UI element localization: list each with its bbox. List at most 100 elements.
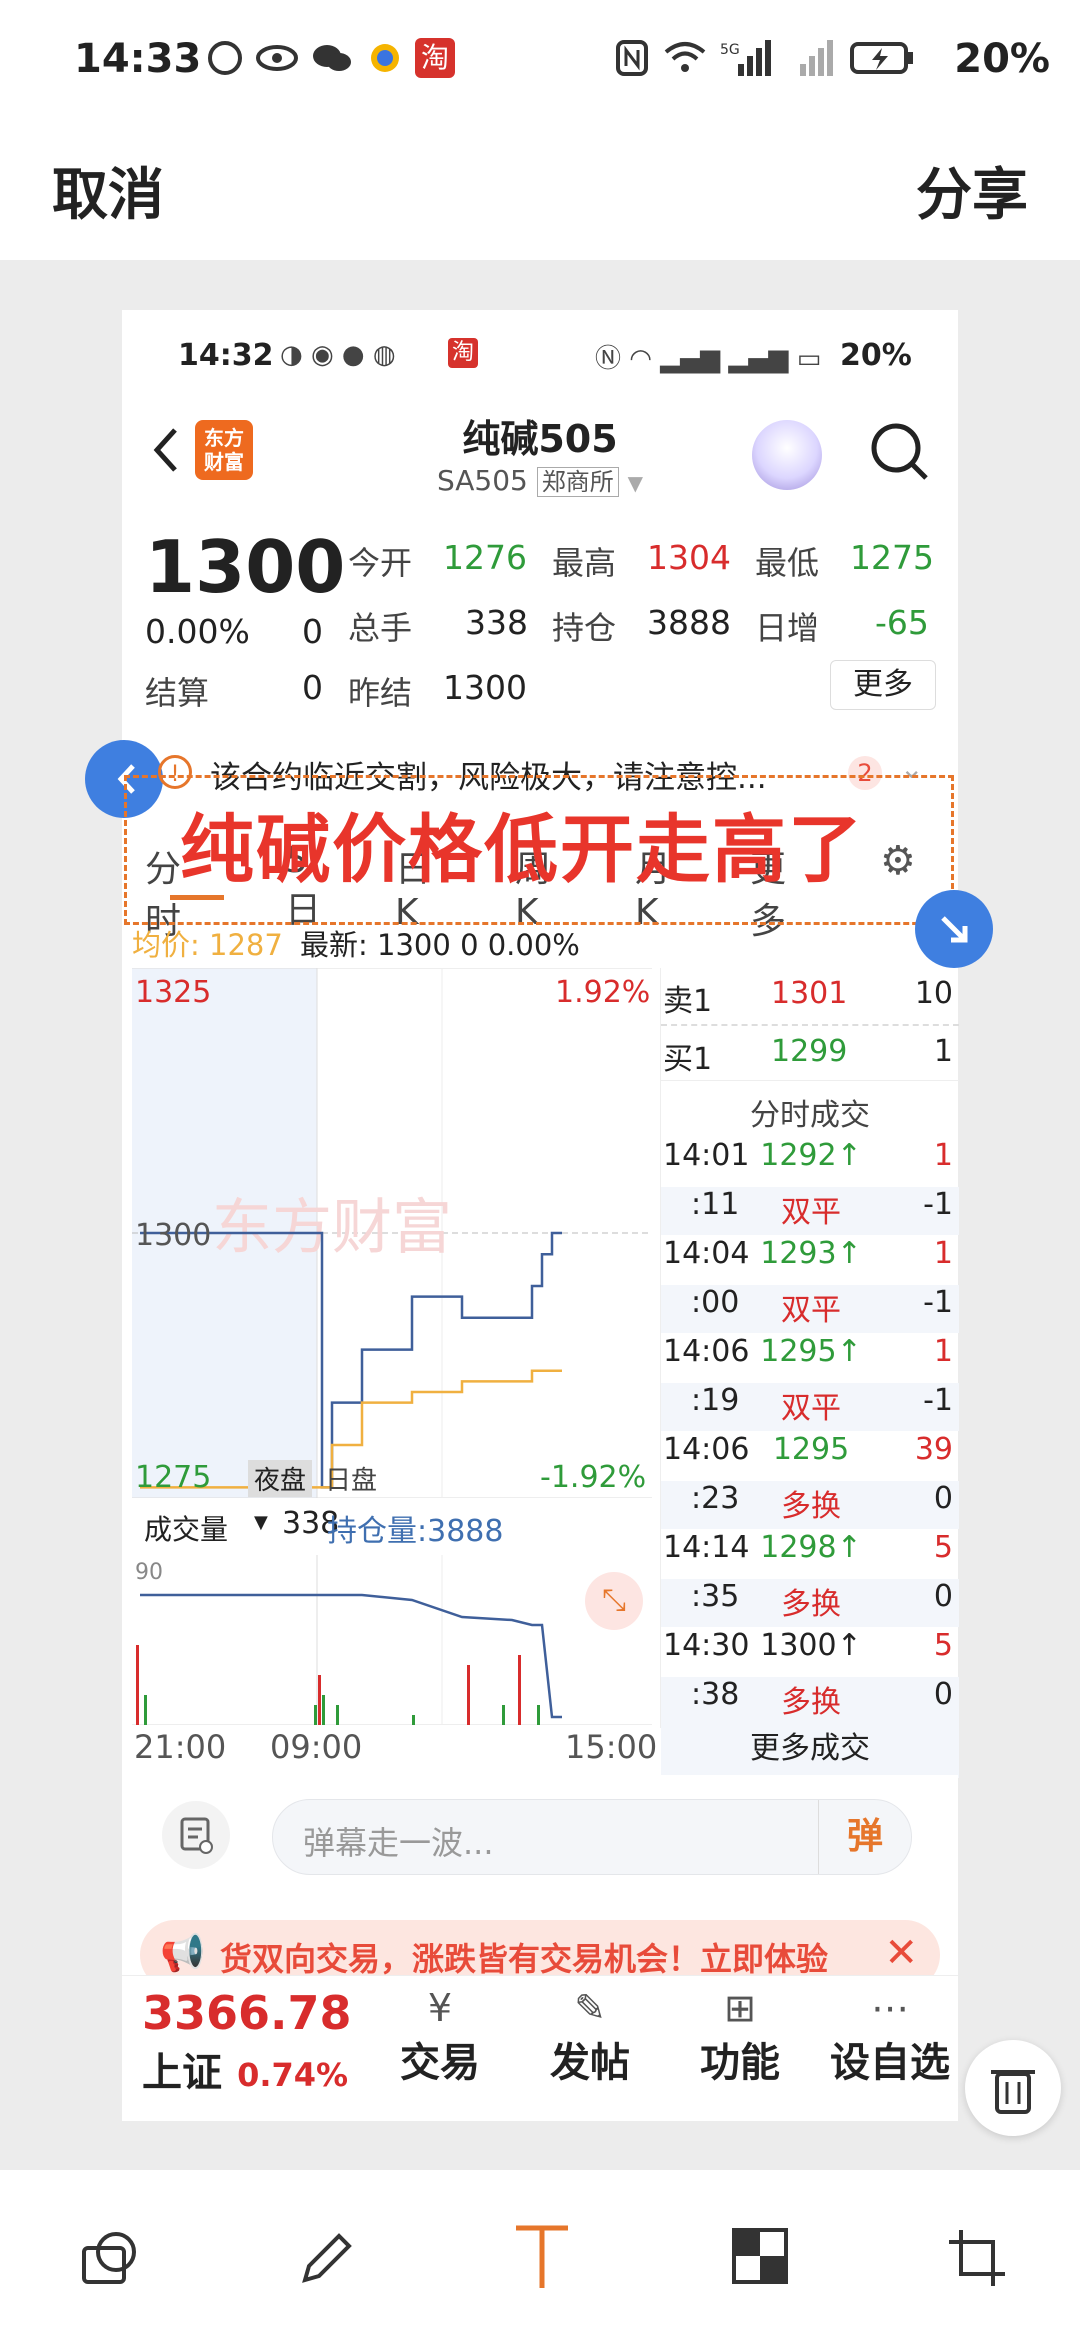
trade-qty: 1 xyxy=(933,1334,953,1369)
nfc-icon xyxy=(612,38,652,78)
crop-tool-icon[interactable] xyxy=(945,2226,1009,2294)
edit-icon: ✎ xyxy=(574,1986,606,2030)
trade-qty: 0 xyxy=(933,1579,953,1614)
more-quote-button[interactable]: 更多 xyxy=(830,660,936,710)
oi-change-value: -65 xyxy=(875,603,929,642)
search-icon[interactable] xyxy=(868,420,930,482)
chevron-down-icon: ▼ xyxy=(627,471,644,495)
index-pct: 0.74% xyxy=(237,2056,349,2094)
volume-bar xyxy=(502,1705,505,1725)
inner-status-time: 14:32 xyxy=(178,338,274,373)
volume-bar xyxy=(412,1715,415,1725)
note-icon[interactable] xyxy=(162,1801,230,1869)
notification-icon xyxy=(205,38,245,78)
danmu-button[interactable]: 弹 xyxy=(818,1800,911,1874)
trade-qty: 0 xyxy=(933,1677,953,1712)
low-label: 最低 xyxy=(755,544,820,582)
cancel-button[interactable]: 取消 xyxy=(52,150,164,231)
trade-qty: 1 xyxy=(933,1236,953,1271)
high-value: 1304 xyxy=(647,538,731,577)
volume-header: 成交量 ▼ 338 持仓量:3888 xyxy=(132,1500,652,1555)
volume-bar xyxy=(336,1705,339,1725)
trade-price: 双平 xyxy=(781,1391,841,1426)
nav-functions[interactable]: ⊞ 功能 xyxy=(690,1986,790,2088)
last-price: 1300 xyxy=(145,525,346,609)
more-dots-icon: ⋯ xyxy=(871,1986,909,2030)
delete-button[interactable] xyxy=(965,2040,1061,2136)
trade-time: 14:14 xyxy=(663,1530,750,1565)
trade-time: :23 xyxy=(691,1481,740,1516)
nav-post[interactable]: ✎ 发帖 xyxy=(540,1986,640,2088)
trade-time: :38 xyxy=(691,1677,740,1712)
open-value: 1276 xyxy=(443,538,527,577)
close-icon[interactable]: ✕ xyxy=(884,1930,918,1976)
signal-icon xyxy=(790,38,833,78)
volume-bar xyxy=(537,1705,540,1725)
volume-chart[interactable] xyxy=(132,1555,652,1725)
settle-value: 0 xyxy=(302,668,323,707)
open-label: 今开 xyxy=(348,544,413,582)
mosaic-tool-icon[interactable] xyxy=(78,2226,142,2294)
trade-price: 双平 xyxy=(781,1293,841,1328)
index-name: 上证 xyxy=(142,2050,222,2096)
index-widget[interactable]: 3366.78 上证 0.74% xyxy=(142,1986,352,2098)
trade-time: :00 xyxy=(691,1285,740,1320)
expand-chart-icon[interactable]: ⤡ xyxy=(585,1572,643,1630)
contract-title: 纯碱505 xyxy=(462,417,618,461)
back-icon[interactable] xyxy=(145,420,185,480)
trades-title: 分时成交 xyxy=(750,1098,870,1133)
contract-subtitle[interactable]: SA505 郑商所 ▼ xyxy=(360,462,720,497)
nav-add-watchlist[interactable]: ⋯ 设自选 xyxy=(820,1986,960,2088)
y-axis-top-label: 1325 xyxy=(135,975,212,1010)
bid1-row[interactable]: 买1 1299 1 xyxy=(661,1034,959,1082)
pct-axis-top-label: 1.92% xyxy=(555,975,651,1010)
danmu-input[interactable]: 弹幕走一波... 弹 xyxy=(272,1799,912,1875)
y-axis-bottom-label: 1275 xyxy=(135,1460,212,1495)
volume-axis-max: 90 xyxy=(135,1560,163,1585)
annotation-resize-handle[interactable] xyxy=(915,890,993,968)
trade-time: 14:06 xyxy=(663,1432,750,1467)
volume-selector[interactable]: 成交量 xyxy=(144,1508,228,1548)
trade-time: :19 xyxy=(691,1383,740,1418)
trade-time: 14:06 xyxy=(663,1334,750,1369)
inner-taobao-icon: 淘 xyxy=(448,338,478,368)
volume-value: 338 xyxy=(465,603,528,642)
bid1-price: 1299 xyxy=(771,1034,848,1069)
app-icon xyxy=(365,38,405,78)
yen-icon: ¥ xyxy=(427,1986,453,2030)
oi-label: 持仓 xyxy=(552,609,617,647)
pen-tool-icon[interactable] xyxy=(295,2226,359,2294)
last-change-pct: 0.00% xyxy=(487,928,580,962)
trade-qty: 1 xyxy=(933,1138,953,1173)
volume-selector-chevron-icon[interactable]: ▼ xyxy=(254,1512,268,1533)
battery-icon xyxy=(850,38,914,78)
annotation-text[interactable]: 纯碱价格低开走高了 xyxy=(180,790,864,897)
high-label: 最高 xyxy=(552,544,617,582)
inner-status-icons: ◑ ◉ ● ◍ xyxy=(280,340,396,370)
eastmoney-logo: 东方 财富 xyxy=(195,420,253,480)
open-interest-line xyxy=(140,1593,562,1719)
share-button[interactable]: 分享 xyxy=(916,150,1028,231)
pixelate-tool-icon[interactable] xyxy=(730,2226,790,2290)
bid1-label: 买1 xyxy=(663,1042,713,1077)
danmu-placeholder: 弹幕走一波... xyxy=(303,1824,494,1862)
text-tool-icon[interactable] xyxy=(510,2222,574,2296)
x-axis-start-label: 21:00 xyxy=(134,1728,227,1766)
ask1-label: 卖1 xyxy=(663,984,713,1019)
trade-row: 14:06 1295 39 xyxy=(661,1432,959,1480)
avg-price-value: 1287 xyxy=(209,928,283,962)
trade-row: 14:01 1292↑ 1 xyxy=(661,1138,959,1186)
inner-battery-level: 20% xyxy=(840,338,912,373)
nav-trade[interactable]: ¥ 交易 xyxy=(390,1986,490,2088)
change-value: 0 xyxy=(302,612,323,651)
more-trades-button[interactable]: 更多成交 xyxy=(661,1720,959,1778)
change-pct: 0.00% xyxy=(145,612,250,651)
volume-bar xyxy=(144,1695,147,1725)
nav-post-label: 发帖 xyxy=(550,2040,630,2086)
ask1-row[interactable]: 卖1 1301 10 xyxy=(661,976,959,1024)
volume-bar xyxy=(518,1655,521,1725)
low-value: 1275 xyxy=(850,538,934,577)
trade-row: 14:14 1298↑ 5 xyxy=(661,1530,959,1578)
robot-avatar[interactable] xyxy=(752,420,822,490)
eye-icon xyxy=(255,38,298,78)
